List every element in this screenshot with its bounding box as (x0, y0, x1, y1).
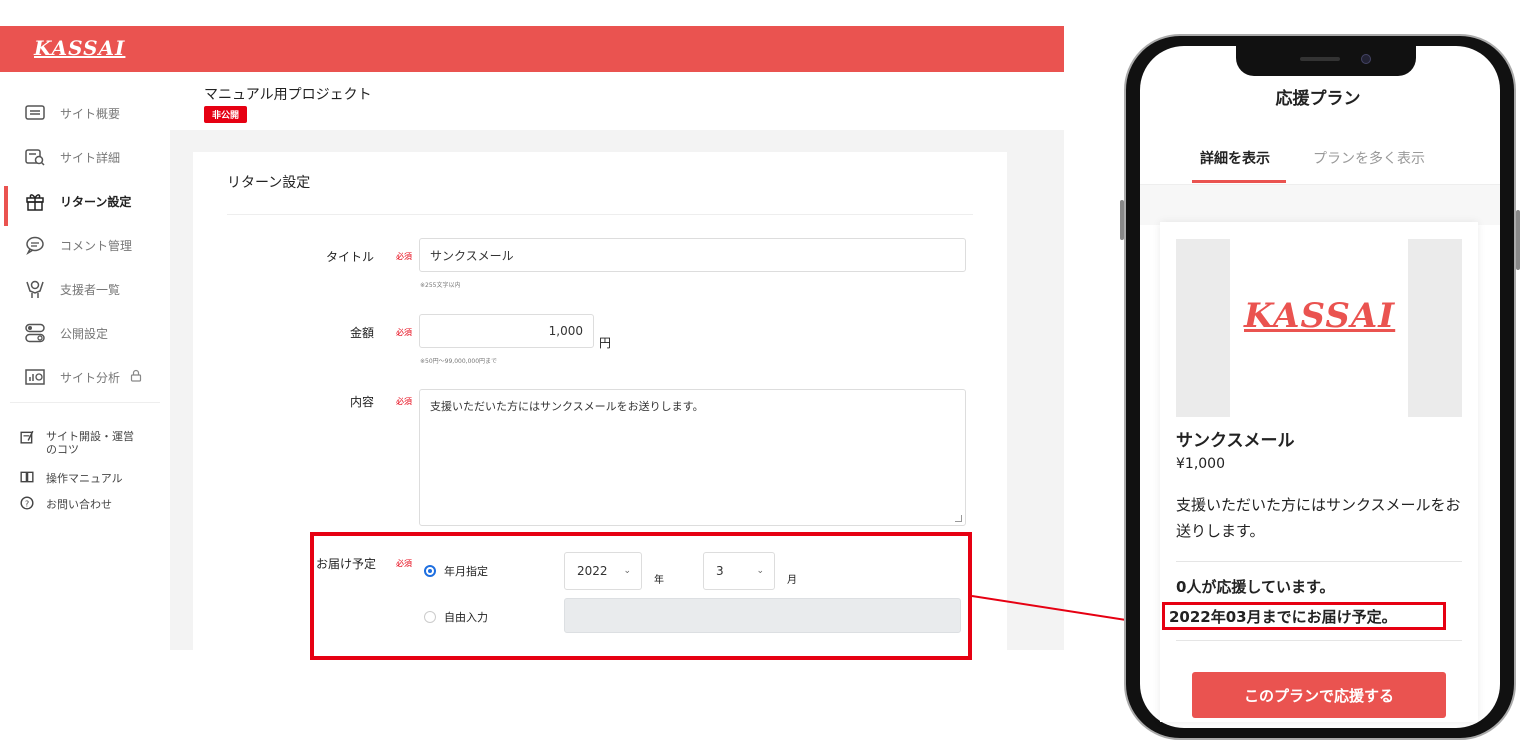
mobile-content-bg (1140, 185, 1500, 225)
year-unit: 年 (654, 575, 664, 586)
site-overview-icon (24, 103, 46, 123)
plan-divider (1176, 640, 1462, 641)
radio-unselected-icon[interactable] (424, 611, 436, 623)
status-badge: 非公開 (204, 106, 248, 123)
year-select-value: 2022 (577, 564, 608, 578)
chart-icon (24, 367, 46, 387)
resize-handle[interactable] (955, 515, 962, 522)
content-text: 支援いただいた方にはサンクスメールをお送りします。 (430, 400, 704, 413)
help-link-label: 操作マニュアル (46, 472, 123, 485)
plan-supporter-count: 0人が応援しています。 (1176, 578, 1335, 596)
radio-free-input[interactable]: 自由入力 (424, 609, 488, 625)
note-icon (20, 430, 34, 444)
required-tag: 必須 (396, 559, 412, 568)
required-tag: 必須 (396, 328, 412, 337)
year-select[interactable]: 2022 ⌄ (564, 552, 642, 590)
sidebar-item-label: サイト分析 (60, 370, 121, 385)
plan-image-left-pad (1176, 239, 1230, 417)
project-title: マニュアル用プロジェクト (204, 87, 372, 103)
sidebar-item-site-detail[interactable]: サイト詳細 (0, 138, 170, 176)
site-detail-icon (24, 147, 46, 167)
tab-detail[interactable]: 詳細を表示 (1200, 148, 1270, 168)
title-input[interactable]: サンクスメール (419, 238, 966, 272)
sidebar-item-label: 公開設定 (60, 326, 109, 341)
sidebar-item-site-overview[interactable]: サイト概要 (0, 94, 170, 132)
gift-icon (24, 191, 46, 211)
sidebar-item-label: サイト詳細 (60, 150, 121, 165)
sidebar-item-label: サイト概要 (60, 106, 121, 121)
toggle-icon (24, 323, 46, 343)
help-link-label: サイト開設・運営 のコツ (46, 430, 134, 456)
plan-price: ¥1,000 (1176, 456, 1225, 472)
chevron-down-icon: ⌄ (756, 566, 764, 576)
phone-speaker (1300, 57, 1340, 61)
phone-camera (1361, 54, 1371, 64)
content-label: 内容 (349, 395, 374, 409)
plan-delivery-highlight: 2022年03月までにお届け予定。 (1162, 602, 1446, 630)
sidebar: サイト概要 サイト詳細 リターン設定 コメント管理 支援者一覧 公開設定 サイト… (0, 72, 170, 650)
title-hint: ※255文字以内 (420, 282, 461, 289)
radio-selected-icon[interactable] (424, 565, 436, 577)
required-tag: 必須 (396, 252, 412, 261)
plan-delivery: 2022年03月までにお届け予定。 (1169, 607, 1397, 626)
radio-label: 年月指定 (444, 565, 488, 578)
amount-unit: 円 (599, 336, 612, 350)
lock-icon (130, 369, 142, 385)
plan-image-right-pad (1408, 239, 1462, 417)
sidebar-item-return-settings[interactable]: リターン設定 (0, 182, 170, 226)
section-title: リターン設定 (227, 175, 311, 191)
page-header: マニュアル用プロジェクト 非公開 (170, 72, 1064, 130)
plan-image-logo: KASSAI (1244, 296, 1396, 336)
help-link-label: お問い合わせ (46, 498, 112, 511)
plan-divider (1176, 561, 1462, 562)
phone-power-button (1516, 210, 1520, 270)
sidebar-item-label: リターン設定 (60, 194, 132, 209)
sidebar-item-comments[interactable]: コメント管理 (0, 226, 170, 264)
svg-text:?: ? (25, 498, 29, 508)
sidebar-item-publish-settings[interactable]: 公開設定 (0, 314, 170, 352)
content-textarea[interactable]: 支援いただいた方にはサンクスメールをお送りします。 (419, 389, 966, 526)
required-tag: 必須 (396, 397, 412, 406)
plan-description: 支援いただいた方にはサンクスメールをお送りします。 (1176, 496, 1461, 540)
book-icon (20, 470, 34, 484)
help-circle-icon: ? (20, 496, 34, 510)
month-unit: 月 (787, 575, 797, 586)
amount-hint: ※50円〜99,000,000円まで (420, 358, 498, 365)
chevron-down-icon: ⌄ (623, 566, 631, 576)
tab-many-plans[interactable]: プランを多く表示 (1313, 148, 1425, 168)
radio-year-month[interactable]: 年月指定 (424, 563, 488, 579)
title-label: タイトル (325, 250, 374, 264)
supporter-icon (24, 279, 46, 299)
amount-label: 金額 (349, 326, 374, 340)
radio-label: 自由入力 (444, 611, 488, 624)
help-link-manual[interactable]: 操作マニュアル (20, 470, 123, 486)
comment-icon (24, 235, 46, 255)
sidebar-item-label: コメント管理 (60, 238, 133, 253)
sidebar-item-supporters[interactable]: 支援者一覧 (0, 270, 170, 308)
month-select-value: 3 (716, 564, 724, 578)
support-plan-button[interactable]: このプランで応援する (1192, 672, 1446, 718)
delivery-label: お届け予定 (315, 557, 376, 571)
plan-name: サンクスメール (1176, 431, 1295, 451)
sidebar-item-label: 支援者一覧 (60, 282, 121, 297)
sidebar-item-site-analytics[interactable]: サイト分析 (0, 358, 170, 396)
kassai-logo[interactable]: KASSAI (34, 36, 125, 60)
top-bar: KASSAI (0, 26, 1064, 72)
free-input-field (564, 598, 961, 633)
help-link-contact[interactable]: ? お問い合わせ (20, 496, 112, 512)
section-divider (227, 214, 973, 215)
mobile-page-title: 応援プラン (1275, 89, 1361, 109)
amount-input[interactable]: 1,000 (419, 314, 594, 348)
help-link-tips[interactable]: サイト開設・運営 のコツ (20, 430, 134, 456)
month-select[interactable]: 3 ⌄ (703, 552, 775, 590)
sidebar-divider (10, 402, 160, 403)
active-tab-indicator (1192, 180, 1286, 183)
